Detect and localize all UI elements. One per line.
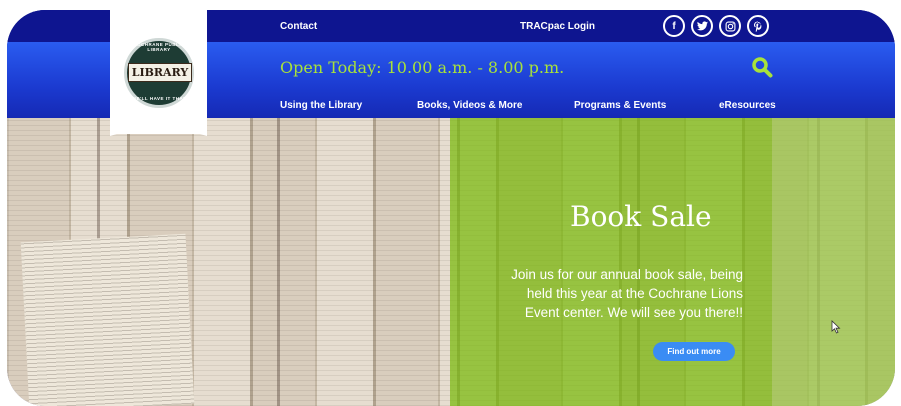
mouse-cursor-icon <box>831 320 841 339</box>
tracpac-login-link[interactable]: TRACpac Login <box>520 21 595 32</box>
contact-link[interactable]: Contact <box>280 21 317 32</box>
pinterest-icon[interactable] <box>747 15 769 37</box>
library-website: Contact TRACpac Login f Open Today: 10.0… <box>7 10 895 406</box>
search-icon[interactable] <box>751 56 773 83</box>
hero-title: Book Sale <box>570 200 712 233</box>
facebook-icon[interactable]: f <box>663 15 685 37</box>
hero-description: Join us for our annual book sale, being … <box>511 267 743 320</box>
opening-hours: Open Today: 10.00 a.m. - 8.00 p.m. <box>280 58 565 77</box>
logo-wordmark: LIBRARY <box>128 63 192 82</box>
logo-arc-text-bottom: WE'LL HAVE IT THAT <box>131 96 187 101</box>
instagram-icon[interactable] <box>719 15 741 37</box>
find-out-more-button[interactable]: Find out more <box>653 342 735 361</box>
open-book-image <box>20 233 195 406</box>
hero-banner: Book Sale Join us for our annual book sa… <box>7 118 895 406</box>
nav-eresources[interactable]: eResources <box>719 100 776 111</box>
social-links: f <box>663 15 769 37</box>
twitter-icon[interactable] <box>691 15 713 37</box>
logo-arc-text-top: COCHRANE PUBLIC LIBRARY <box>133 42 185 52</box>
nav-using-the-library[interactable]: Using the Library <box>280 100 362 111</box>
nav-books-videos-more[interactable]: Books, Videos & More <box>417 100 522 111</box>
logo-ribbon-notch <box>110 122 207 136</box>
overlay-edge <box>772 118 895 406</box>
nav-programs-events[interactable]: Programs & Events <box>574 100 666 111</box>
